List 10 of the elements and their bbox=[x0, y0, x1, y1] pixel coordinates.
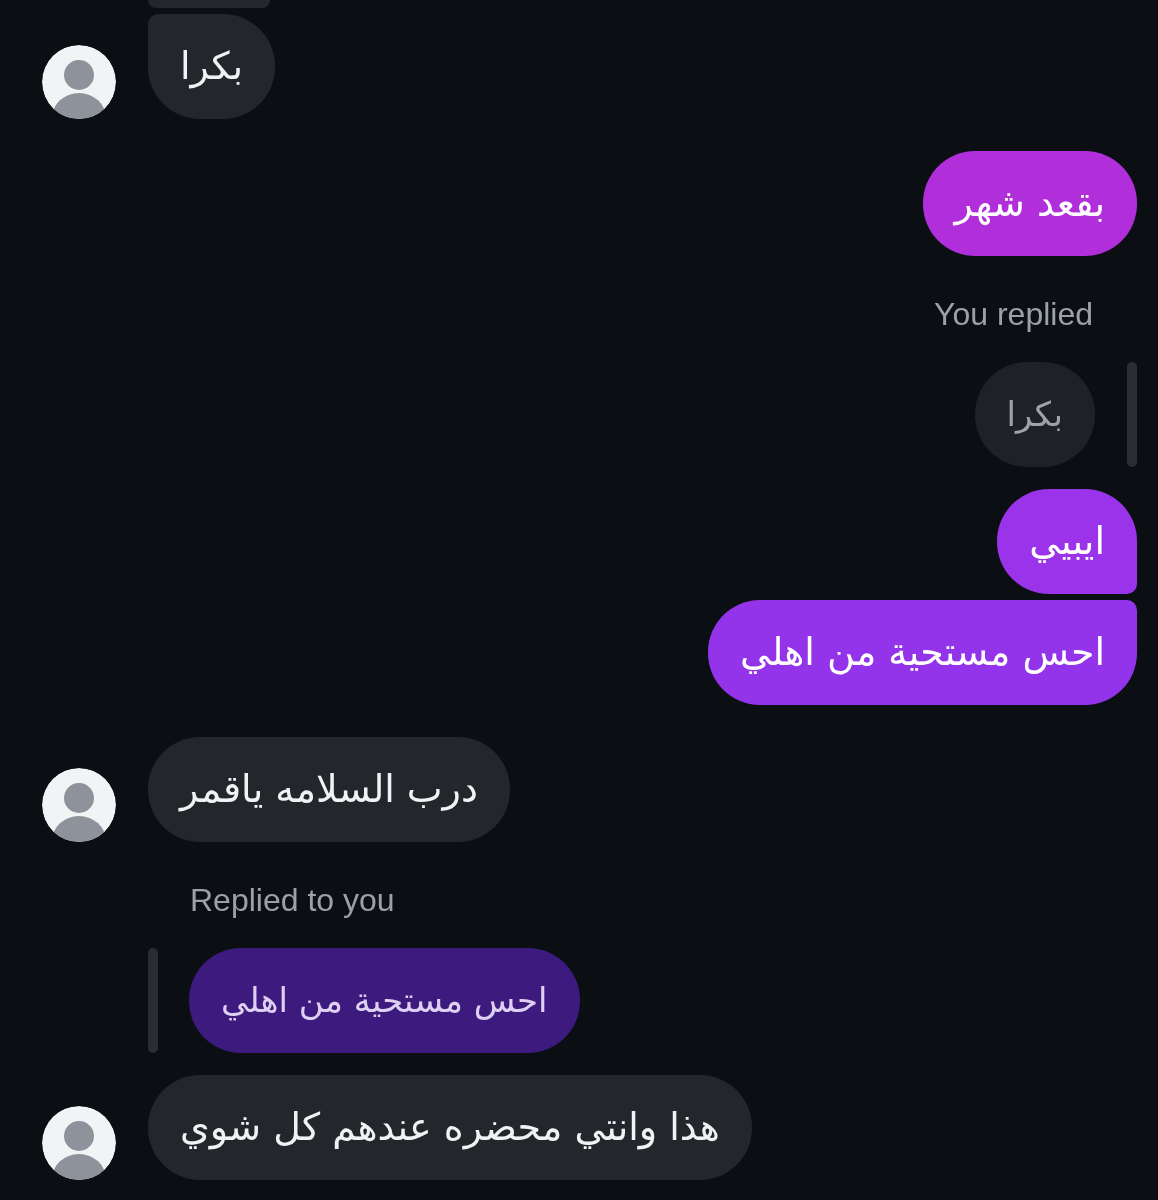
message-bubble: هذا وانتي محضره عندهم كل شوي bbox=[148, 1075, 752, 1180]
message-bubble: درب السلامه ياقمر bbox=[148, 737, 510, 842]
message-bubble: ايبيي bbox=[997, 489, 1137, 594]
reply-label: Replied to you bbox=[190, 884, 395, 916]
message-bubble: بقعد شهر bbox=[922, 151, 1137, 256]
reply-label: You replied bbox=[934, 298, 1093, 330]
quoted-message[interactable]: احس مستحية من اهلي bbox=[189, 948, 580, 1053]
quoted-message[interactable]: بكرا bbox=[974, 362, 1095, 467]
message-bubble: بكرا bbox=[148, 14, 276, 119]
message-bubble: احس مستحية من اهلي bbox=[708, 600, 1137, 705]
